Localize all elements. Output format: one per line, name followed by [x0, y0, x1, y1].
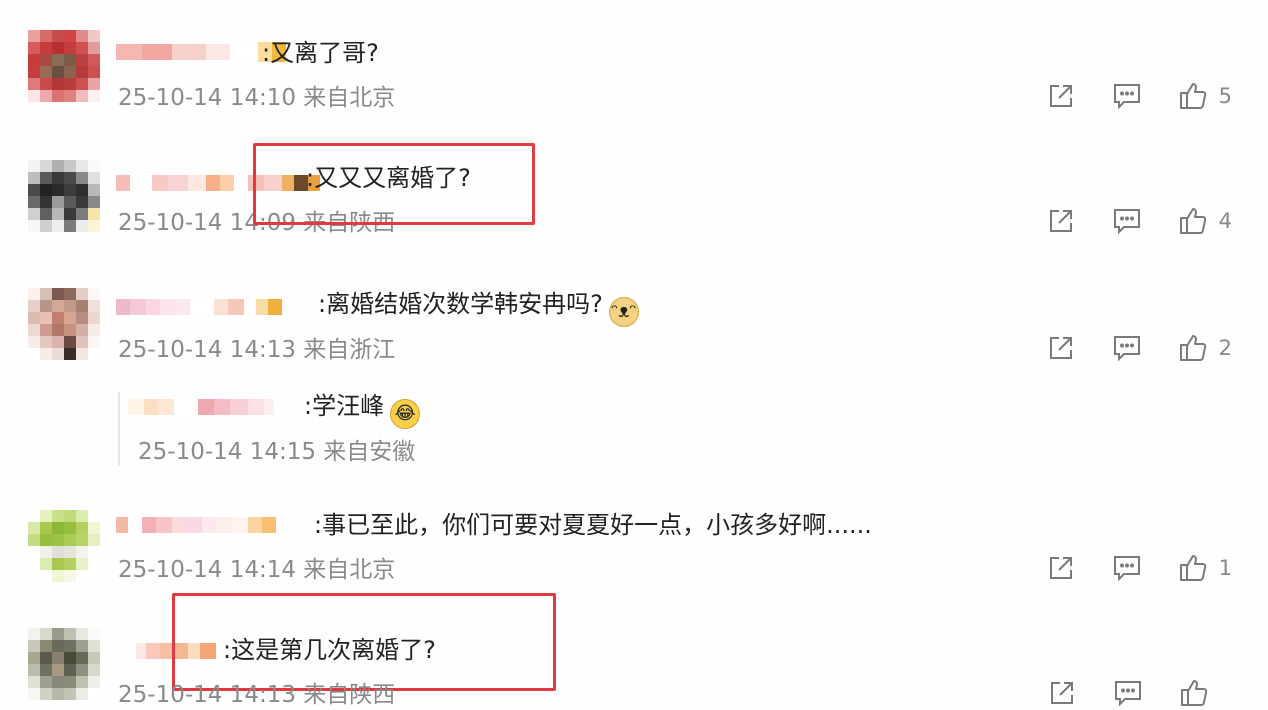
username-blurred[interactable] [116, 172, 320, 194]
thumbs-up-icon [1179, 555, 1206, 581]
thumbs-up-icon [1179, 335, 1206, 361]
comment-button[interactable] [1111, 332, 1143, 364]
share-icon [1051, 682, 1073, 704]
comment-meta: 25-10-14 14:09 来自陕西 [118, 210, 396, 236]
reply-divider [118, 392, 120, 466]
comment-actions: 2 [1011, 332, 1232, 364]
comment-actions: 1 [1011, 552, 1232, 584]
like-count: 4 [1218, 209, 1232, 233]
comment-button[interactable] [1111, 552, 1143, 584]
comment-text-content: :离婚结婚次数学韩安冉吗? [318, 290, 603, 318]
share-icon [1049, 557, 1072, 579]
comment-meta: 25-10-14 14:13 来自浙江 [118, 337, 396, 363]
comment-text: :这是第几次离婚了? [223, 636, 436, 664]
share-button[interactable] [1045, 205, 1077, 237]
thumbs-up-icon [1181, 680, 1208, 706]
avatar[interactable] [28, 288, 100, 360]
share-button[interactable] [1045, 332, 1077, 364]
avatar[interactable] [28, 160, 100, 232]
username-blurred[interactable] [136, 640, 216, 662]
comment-icon [1113, 209, 1140, 235]
like-count: 2 [1218, 336, 1232, 360]
avatar[interactable] [28, 510, 100, 582]
reply-username-blurred[interactable] [128, 396, 274, 418]
comment-text: :又离了哥? [262, 39, 379, 67]
like-button[interactable]: 1 [1177, 552, 1232, 584]
like-button[interactable]: 5 [1177, 80, 1232, 112]
thumbs-up-icon [1179, 83, 1206, 109]
comment-icon [1113, 556, 1140, 582]
comment-button[interactable] [1111, 80, 1143, 112]
like-button[interactable] [1178, 677, 1232, 709]
comment-meta: 25-10-14 14:10 来自北京 [118, 85, 396, 111]
comment-text: :离婚结婚次数学韩安冉吗? ᵔᴥᵔ [318, 289, 639, 327]
comment-actions: 5 [1011, 80, 1232, 112]
like-count: 1 [1218, 556, 1232, 580]
laughing-emoji-icon: 😂 [390, 399, 421, 429]
comment-icon [1113, 336, 1140, 362]
like-button[interactable]: 4 [1177, 205, 1232, 237]
username-blurred[interactable] [116, 296, 282, 318]
username-blurred[interactable] [116, 514, 276, 536]
comment-icon [1115, 681, 1141, 707]
comment-button[interactable] [1112, 677, 1144, 709]
comment-button[interactable] [1111, 205, 1143, 237]
doge-emoji-icon: ᵔᴥᵔ [608, 297, 639, 327]
comment-icon [1113, 84, 1140, 110]
username-blurred[interactable] [116, 41, 286, 63]
reply-meta: 25-10-14 14:15 来自安徽 [138, 439, 416, 465]
comment-actions: 4 [1011, 205, 1232, 237]
comment-meta: 25-10-14 14:13 来自陕西 [118, 682, 396, 708]
comment-actions [1012, 677, 1232, 709]
thumbs-up-icon [1179, 208, 1206, 234]
comment-text: :事已至此，你们可要对夏夏好一点，小孩多好啊...... [314, 511, 872, 539]
like-button[interactable]: 2 [1177, 332, 1232, 364]
reply-text-content: :学汪峰 [304, 392, 385, 420]
share-icon [1049, 337, 1072, 359]
share-button[interactable] [1045, 552, 1077, 584]
comment-meta: 25-10-14 14:14 来自北京 [118, 557, 396, 583]
avatar[interactable] [28, 628, 100, 700]
share-icon [1049, 210, 1072, 232]
share-button[interactable] [1045, 80, 1077, 112]
reply-text: :学汪峰 😂 [304, 391, 421, 429]
share-button[interactable] [1046, 677, 1078, 709]
like-count: 5 [1218, 84, 1232, 108]
share-icon [1049, 85, 1072, 107]
avatar[interactable] [28, 30, 100, 102]
comment-text: :又又又离婚了? [306, 164, 471, 192]
